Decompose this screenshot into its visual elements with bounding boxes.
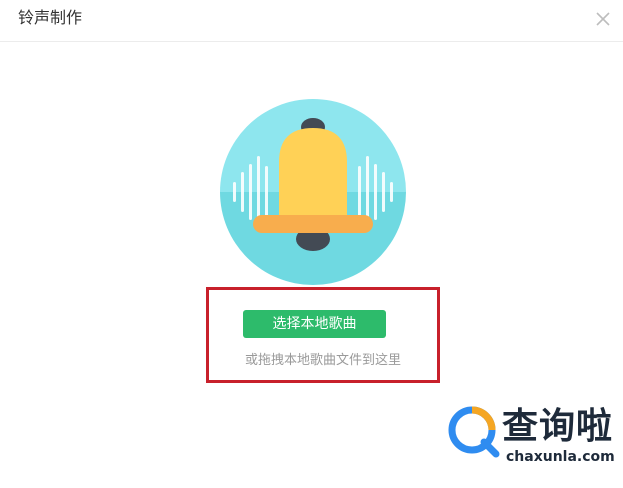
dialog-titlebar: 铃声制作 — [0, 0, 623, 42]
select-local-song-button[interactable]: 选择本地歌曲 — [243, 310, 386, 338]
watermark-logo: 查询啦 chaxunla.com — [446, 400, 618, 484]
watermark-domain: chaxunla.com — [506, 449, 615, 465]
close-icon[interactable] — [593, 9, 613, 29]
bell-icon — [219, 98, 407, 286]
watermark-name: 查询啦 — [502, 406, 614, 447]
dialog-title: 铃声制作 — [18, 8, 83, 27]
ringtone-dialog: 铃声制作 选择本地歌曲 或拖拽本地歌曲文件到这里 查询啦 chaxunla.co… — [0, 0, 623, 488]
drag-drop-hint: 或拖拽本地歌曲文件到这里 — [244, 353, 401, 368]
magnifier-logo-icon — [448, 406, 500, 458]
